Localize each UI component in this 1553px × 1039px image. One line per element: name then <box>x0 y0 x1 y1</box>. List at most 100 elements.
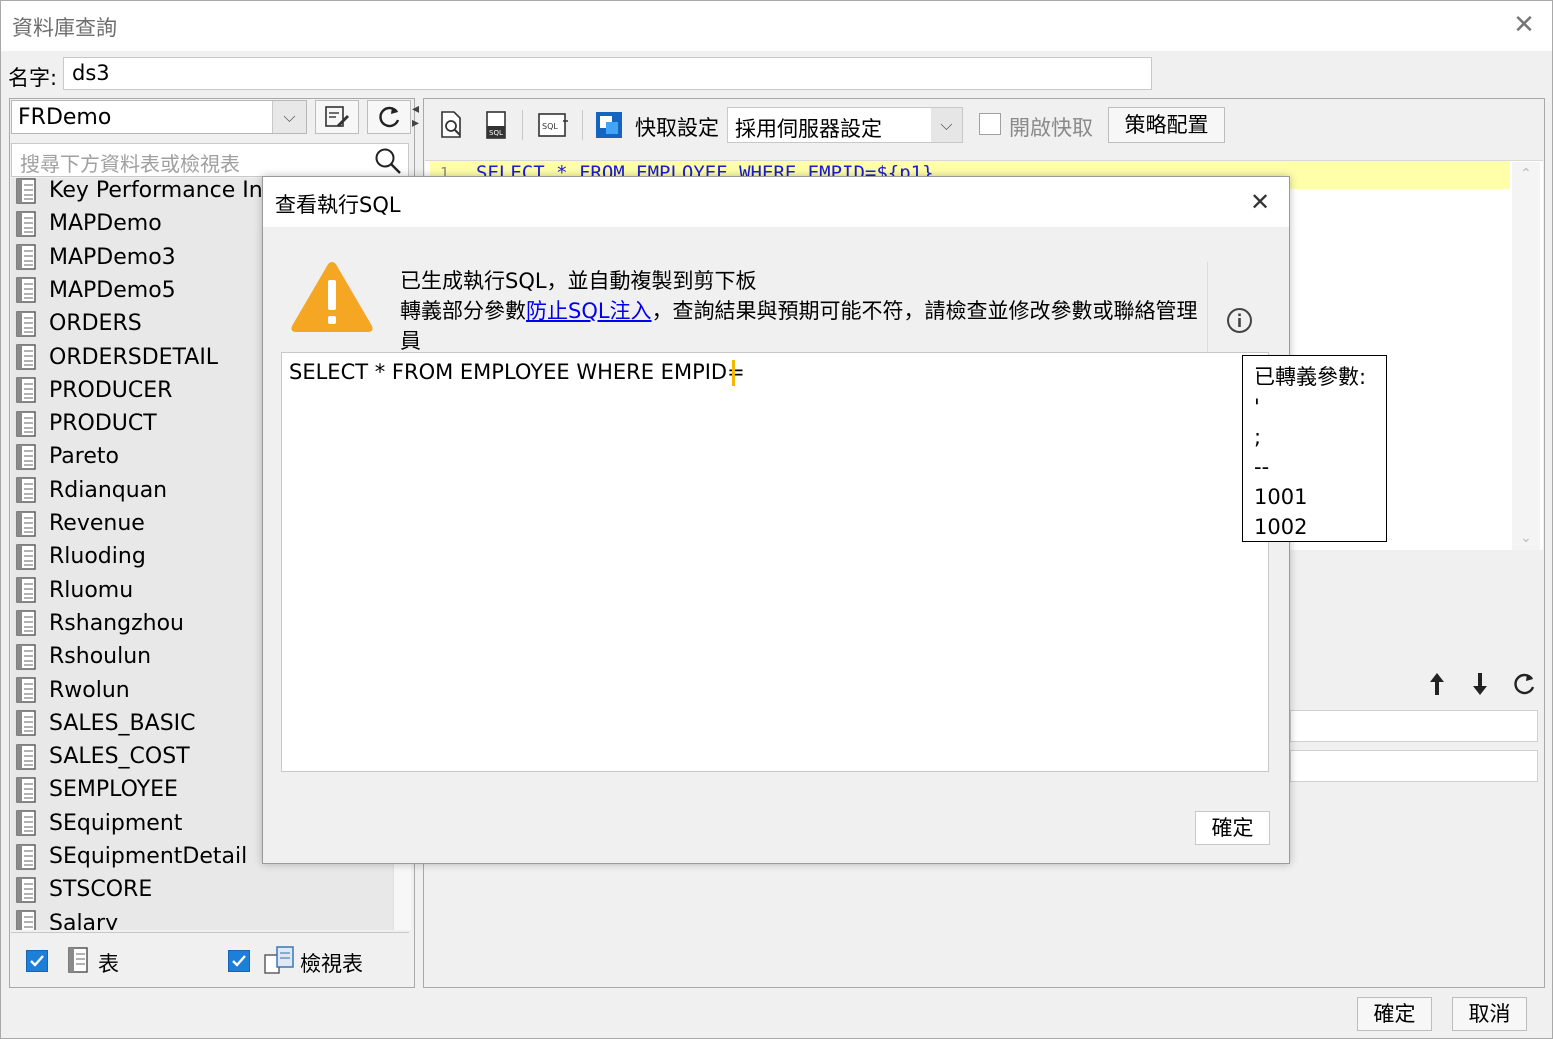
table-list-item[interactable]: ORDERSDETAIL <box>15 341 218 374</box>
table-list-item-label: Rluomu <box>49 577 134 603</box>
table-search-input[interactable]: 搜尋下方資料表或檢視表 <box>11 143 409 177</box>
table-list-item[interactable]: Rshangzhou <box>15 607 184 640</box>
escaped-param-item: ' <box>1254 395 1260 419</box>
chevron-down-icon[interactable]: ⌵ <box>272 101 306 133</box>
table-icon <box>16 777 36 803</box>
table-icon <box>16 544 36 570</box>
preview-button[interactable] <box>437 110 467 140</box>
table-list-item[interactable]: SEquipmentDetail <box>15 840 247 873</box>
table-icon <box>16 677 36 703</box>
sql-injection-link[interactable]: 防止SQL注入 <box>526 299 652 323</box>
table-list-item[interactable]: SEMPLOYEE <box>15 773 178 806</box>
table-list-item-label: Salary <box>49 910 119 930</box>
table-list-item[interactable]: Rwolun <box>15 674 130 707</box>
scroll-down-icon[interactable]: ⌄ <box>1512 530 1540 546</box>
name-label: 名字: <box>8 66 58 90</box>
table-list-item-label: Pareto <box>49 444 119 470</box>
editor-scrollbar[interactable]: ⌃ ⌄ <box>1512 162 1540 550</box>
table-list-item-label: Rshoulun <box>49 644 152 670</box>
collapse-handle-icon[interactable]: ◂ ▸ <box>412 102 422 134</box>
table-list-item[interactable]: Key Performance Indi <box>15 178 283 207</box>
chevron-down-icon[interactable]: ⌵ <box>931 108 962 142</box>
table-list-item[interactable]: Pareto <box>15 440 119 473</box>
generated-sql-area[interactable] <box>281 352 1269 772</box>
table-icon <box>16 843 36 870</box>
table-list-item-label: STSCORE <box>49 877 153 903</box>
table-list-item-label: MAPDemo5 <box>49 277 176 303</box>
table-icon <box>16 877 36 903</box>
table-icon <box>16 410 36 437</box>
generated-sql-text[interactable]: SELECT * FROM EMPLOYEE WHERE EMPID= <box>289 360 745 384</box>
open-cache-checkbox[interactable] <box>979 113 1001 135</box>
table-list-item[interactable]: Rluoding <box>15 540 146 573</box>
table-list-item[interactable]: MAPDemo3 <box>15 241 176 274</box>
view-sql-button[interactable]: SQL <box>536 110 570 140</box>
info-icon[interactable] <box>1226 307 1253 339</box>
table-list-item-label: SEquipment <box>49 810 183 836</box>
arrow-down-icon <box>1473 673 1487 695</box>
table-icon <box>16 510 36 537</box>
warning-message-line1: 已生成執行SQL，並自動複製到剪下板 <box>400 269 757 293</box>
table-list-item[interactable]: MAPDemo5 <box>15 274 176 307</box>
ok-button[interactable]: 確定 <box>1357 997 1432 1031</box>
parameter-value-field[interactable] <box>1290 750 1538 782</box>
table-icon <box>16 810 36 836</box>
edit-datasource-icon <box>325 106 349 127</box>
view-filter-checkbox[interactable] <box>228 950 250 972</box>
table-list-item[interactable]: PRODUCER <box>15 374 172 407</box>
window-close-icon[interactable]: ✕ <box>1510 10 1538 40</box>
table-list-item[interactable]: PRODUCT <box>15 407 157 440</box>
cache-settings-select[interactable]: 採用伺服器設定 <box>727 107 963 143</box>
table-list-item-label: ORDERSDETAIL <box>49 344 219 370</box>
name-input[interactable]: ds3 <box>63 57 1152 90</box>
table-list-item[interactable]: Rshoulun <box>15 640 151 673</box>
search-icon[interactable] <box>373 146 403 176</box>
svg-text:SQL: SQL <box>542 122 558 131</box>
cancel-button[interactable]: 取消 <box>1452 997 1527 1031</box>
table-icon <box>16 643 36 670</box>
dialog-ok-button[interactable]: 確定 <box>1195 811 1270 845</box>
escaped-params-tooltip: 已轉義參數: ' ; -- 1001 1002 <box>1242 355 1387 542</box>
svg-text:SQL: SQL <box>489 129 503 137</box>
table-icon <box>16 178 36 204</box>
table-icon <box>16 444 36 470</box>
escaped-param-item: -- <box>1254 455 1270 479</box>
table-list-item[interactable]: Rluomu <box>15 574 133 607</box>
dialog-titlebar <box>263 177 1289 227</box>
dialog-close-icon[interactable]: ✕ <box>1245 187 1275 217</box>
warning-message-prefix: 轉義部分參數 <box>400 299 526 323</box>
dialog-title: 查看執行SQL <box>275 193 401 217</box>
table-list-item[interactable]: Salary <box>15 907 118 930</box>
open-cache-label: 開啟快取 <box>1009 116 1093 140</box>
table-list-item[interactable]: MAPDemo <box>15 207 162 240</box>
table-list-item-label: PRODUCT <box>49 411 157 437</box>
table-list-item[interactable]: Rdianquan <box>15 474 167 507</box>
refresh-button[interactable] <box>367 100 411 134</box>
table-filter-checkbox[interactable] <box>26 950 48 972</box>
policy-config-button[interactable]: 策略配置 <box>1108 107 1225 143</box>
table-list-item[interactable]: SALES_BASIC <box>15 707 196 740</box>
table-list-item[interactable]: SEquipment <box>15 807 182 840</box>
table-icon <box>16 277 36 304</box>
toolbar-divider <box>582 110 583 140</box>
table-list-item[interactable]: STSCORE <box>15 873 152 906</box>
table-list-item[interactable]: ORDERS <box>15 307 142 340</box>
sql-file-button[interactable]: SQL <box>481 110 511 140</box>
table-list-item-label: Key Performance Indi <box>49 178 283 203</box>
table-icon <box>16 244 36 270</box>
datasource-select[interactable]: FRDemo <box>11 100 307 134</box>
table-list-item[interactable]: Revenue <box>15 507 145 540</box>
parameter-name-field[interactable] <box>1290 710 1538 742</box>
refresh-parameters-button[interactable] <box>1508 668 1540 700</box>
table-list-item[interactable]: SALES_COST <box>15 740 190 773</box>
view-filter-label: 檢視表 <box>300 952 363 976</box>
table-icon <box>16 910 36 930</box>
table-list-item-label: Rluoding <box>49 544 146 570</box>
table-list-item-label: ORDERS <box>49 311 142 337</box>
move-up-button[interactable] <box>1421 668 1453 700</box>
scroll-up-icon[interactable]: ⌃ <box>1512 166 1540 182</box>
refresh-icon <box>379 106 400 128</box>
table-icon <box>16 477 36 503</box>
edit-datasource-button[interactable] <box>315 100 359 134</box>
move-down-button[interactable] <box>1464 668 1496 700</box>
